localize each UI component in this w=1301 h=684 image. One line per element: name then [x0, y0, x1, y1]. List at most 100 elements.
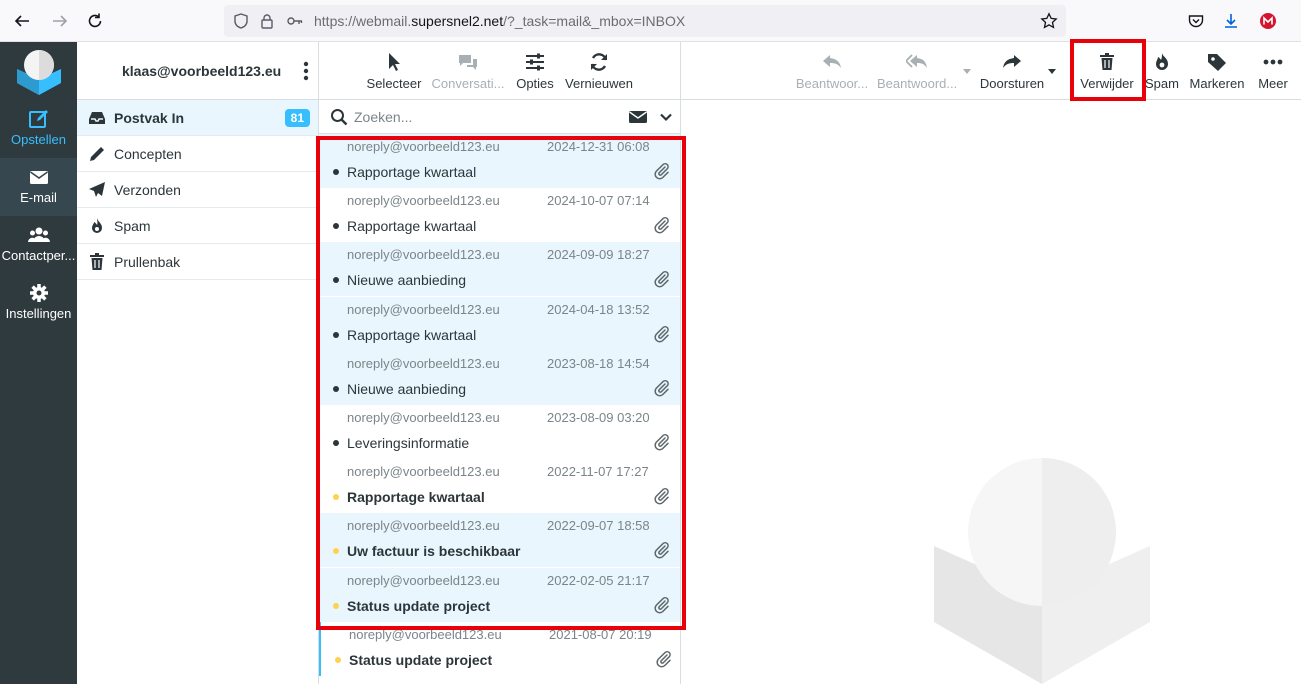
users-icon — [27, 227, 50, 242]
arrow-right-icon — [53, 15, 68, 27]
folder-inbox[interactable]: Postvak In 81 — [77, 100, 318, 136]
message-sender: noreply@voorbeeld123.eu — [349, 626, 502, 642]
message-date: 2021-08-07 20:19 — [549, 626, 652, 642]
mail-nav-button[interactable]: E-mail — [0, 158, 77, 216]
contacts-nav-button[interactable]: Contactper... — [0, 216, 77, 274]
message-row[interactable]: noreply@voorbeeld123.eu 2022-11-07 17:27 R… — [319, 459, 680, 513]
paperclip-icon — [654, 488, 669, 505]
forward-icon — [1003, 55, 1021, 68]
folder-drafts[interactable]: Concepten — [77, 136, 318, 172]
message-subject: Rapportage kwartaal — [347, 218, 477, 235]
message-date: 2024-12-31 06:08 — [547, 139, 650, 154]
search-input[interactable] — [354, 106, 624, 128]
threads-button[interactable]: Conversati... — [431, 42, 505, 100]
kebab-menu-icon[interactable] — [300, 60, 312, 82]
trash-icon — [90, 253, 104, 270]
folder-spam[interactable]: Spam — [77, 208, 318, 244]
folder-trash[interactable]: Prullenbak — [77, 244, 318, 280]
refresh-icon — [590, 53, 608, 71]
read-dot — [333, 385, 339, 392]
message-subject: Rapportage kwartaal — [347, 326, 477, 343]
bookmark-star-icon[interactable] — [1040, 12, 1058, 30]
message-sender: noreply@voorbeeld123.eu — [347, 464, 500, 480]
back-button[interactable] — [10, 9, 34, 33]
message-subject: Leveringsinformatie — [347, 435, 470, 451]
message-row[interactable]: noreply@voorbeeld123.eu 2024-04-18 13:52 R… — [319, 296, 680, 351]
message-date: 2023-08-09 03:20 — [547, 410, 650, 425]
compose-icon — [28, 110, 48, 128]
account-header: klaas@voorbeeld123.eu — [77, 42, 318, 100]
fire-icon — [92, 218, 102, 233]
reply-all-button[interactable]: Beantwoord... — [877, 42, 957, 100]
message-row[interactable]: noreply@voorbeeld123.eu 2023-08-09 03:20 L… — [319, 405, 680, 459]
message-list-pane: Selecteer Conversati... Opties Vernieuwe… — [319, 42, 681, 684]
sliders-icon — [526, 53, 544, 71]
message-date: 2022-11-07 17:27 — [547, 464, 649, 480]
mail-toolbar: Beantwoor... Beantwoord... Doorsturen Ve… — [681, 42, 1301, 100]
message-subject: Uw factuur is beschikbaar — [347, 543, 521, 560]
extension-button[interactable] — [1256, 9, 1280, 33]
message-date: 2022-02-05 21:17 — [547, 572, 650, 588]
paperclip-icon — [654, 162, 669, 180]
message-sender: noreply@voorbeeld123.eu — [347, 301, 500, 317]
search-icon — [331, 109, 348, 126]
shield-icon — [234, 13, 248, 29]
pocket-button[interactable] — [1184, 9, 1208, 33]
unread-dot — [333, 548, 339, 555]
select-button[interactable]: Selecteer — [365, 42, 423, 100]
pocket-icon — [1188, 15, 1204, 28]
mark-button[interactable]: Markeren — [1187, 42, 1247, 100]
app-nav-rail: Opstellen E-mail Contactper... Instellin… — [0, 42, 77, 684]
reload-button[interactable] — [83, 9, 107, 33]
message-row[interactable]: noreply@voorbeeld123.eu 2024-12-31 06:08 R… — [319, 134, 680, 188]
unread-dot — [333, 602, 339, 609]
message-subject: Nieuwe aanbieding — [347, 380, 467, 397]
roundcube-watermark-logo — [934, 458, 1150, 684]
pencil-icon — [90, 147, 104, 161]
reply-button[interactable]: Beantwoor... — [793, 42, 871, 100]
reply-all-dropdown-icon[interactable] — [962, 68, 972, 76]
list-toolbar: Selecteer Conversati... Opties Vernieuwe… — [319, 42, 680, 100]
read-dot — [333, 223, 339, 230]
message-row[interactable]: noreply@voorbeeld123.eu 2023-08-18 14:54 N… — [319, 350, 680, 405]
compose-button[interactable]: Opstellen — [0, 100, 77, 158]
paperclip-icon — [654, 217, 669, 234]
delete-button[interactable]: Verwijder — [1077, 42, 1137, 100]
message-sender: noreply@voorbeeld123.eu — [347, 247, 500, 263]
message-row[interactable]: noreply@voorbeeld123.eu 2021-08-07 20:19 S… — [319, 621, 680, 676]
read-dot — [333, 277, 339, 284]
message-row[interactable]: noreply@voorbeeld123.eu 2022-09-07 18:58 U… — [319, 513, 680, 568]
options-button[interactable]: Opties — [513, 42, 557, 100]
spam-button[interactable]: Spam — [1143, 42, 1181, 100]
address-bar[interactable]: https://webmail.supersnel2.net/?_task=ma… — [224, 5, 1066, 37]
forward-button[interactable] — [48, 9, 72, 33]
message-sender: noreply@voorbeeld123.eu — [347, 572, 500, 588]
inbox-icon — [89, 112, 105, 124]
message-sender: noreply@voorbeeld123.eu — [347, 518, 500, 534]
folder-sent[interactable]: Verzonden — [77, 172, 318, 208]
forward-dropdown-icon[interactable] — [1047, 68, 1057, 76]
settings-nav-button[interactable]: Instellingen — [0, 274, 77, 332]
paperclip-icon — [654, 596, 669, 614]
read-dot — [333, 331, 339, 338]
paperclip-icon — [654, 542, 669, 559]
message-subject: Rapportage kwartaal — [347, 489, 485, 506]
roundcube-logo — [17, 50, 61, 95]
message-sender: noreply@voorbeeld123.eu — [347, 193, 500, 209]
message-subject: Nieuwe aanbieding — [347, 272, 467, 289]
refresh-button[interactable]: Vernieuwen — [565, 42, 633, 100]
message-date: 2024-09-09 18:27 — [547, 247, 650, 263]
forward-message-button[interactable]: Doorsturen — [977, 42, 1047, 100]
envelope-filter-icon[interactable] — [628, 109, 648, 125]
message-row[interactable]: noreply@voorbeeld123.eu 2022-02-05 21:17 S… — [319, 567, 680, 622]
message-subject: Rapportage kwartaal — [347, 164, 477, 180]
more-button[interactable]: Meer — [1253, 42, 1293, 100]
paperclip-icon — [654, 325, 669, 343]
paperclip-icon — [654, 379, 669, 397]
chevron-down-icon[interactable] — [659, 110, 673, 124]
downloads-button[interactable] — [1219, 9, 1243, 33]
chat-bubbles-icon — [459, 55, 477, 70]
message-row[interactable]: noreply@voorbeeld123.eu 2024-10-07 07:14 R… — [319, 188, 680, 242]
lock-icon — [261, 14, 273, 29]
message-row[interactable]: noreply@voorbeeld123.eu 2024-09-09 18:27 N… — [319, 242, 680, 297]
